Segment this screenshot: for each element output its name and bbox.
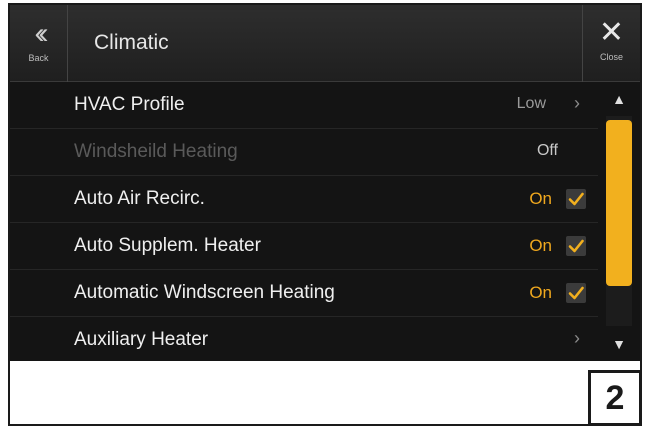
double-chevron-left-icon: ‹‹	[34, 17, 49, 50]
setting-label: Auto Air Recirc.	[74, 188, 205, 209]
setting-row-auto-air-recirc[interactable]: Auto Air Recirc. On	[10, 176, 598, 223]
setting-value: On	[529, 236, 552, 255]
chevron-right-icon: ›	[574, 93, 580, 113]
setting-row-auxiliary-heater[interactable]: Auxiliary Heater ›	[10, 317, 598, 361]
header-bar: ‹‹ Back Climatic ✕ Close	[10, 5, 640, 82]
setting-row-auto-supplem-heater[interactable]: Auto Supplem. Heater On	[10, 223, 598, 270]
setting-row-automatic-windscreen-heating[interactable]: Automatic Windscreen Heating On	[10, 270, 598, 317]
scroll-track[interactable]	[606, 116, 632, 326]
checkmark-icon[interactable]	[566, 236, 586, 256]
settings-list: HVAC Profile Low › Windsheild Heating Of…	[10, 82, 598, 361]
page-title: Climatic	[94, 31, 169, 54]
figure-frame: ‹‹ Back Climatic ✕ Close HVAC Profile Lo…	[8, 3, 642, 426]
checkmark-icon[interactable]	[566, 283, 586, 303]
back-button[interactable]: ‹‹ Back	[10, 5, 68, 82]
setting-label: Auto Supplem. Heater	[74, 235, 261, 256]
close-icon: ✕	[598, 16, 625, 49]
setting-row-hvac-profile[interactable]: HVAC Profile Low ›	[10, 82, 598, 129]
back-label: Back	[28, 53, 49, 63]
setting-label: HVAC Profile	[74, 94, 185, 115]
setting-value: Off	[536, 142, 558, 159]
checkmark-icon[interactable]	[566, 189, 586, 209]
setting-value: On	[529, 189, 552, 208]
setting-label: Windsheild Heating	[74, 141, 238, 162]
infotainment-screen: ‹‹ Back Climatic ✕ Close HVAC Profile Lo…	[10, 5, 640, 361]
scrollbar[interactable]: ▲ ▼	[604, 85, 634, 358]
setting-label: Automatic Windscreen Heating	[74, 282, 335, 303]
scroll-down-icon[interactable]: ▼	[604, 330, 634, 358]
scroll-thumb[interactable]	[606, 120, 632, 286]
close-button[interactable]: ✕ Close	[582, 5, 640, 82]
setting-value: Low	[516, 95, 546, 112]
chevron-right-icon: ›	[574, 328, 580, 348]
scroll-up-icon[interactable]: ▲	[604, 85, 634, 113]
setting-value: On	[529, 283, 552, 302]
page-number: 2	[588, 370, 642, 426]
setting-label: Auxiliary Heater	[74, 329, 209, 350]
close-label: Close	[599, 52, 623, 62]
setting-row-windshield-heating: Windsheild Heating Off	[10, 129, 598, 176]
